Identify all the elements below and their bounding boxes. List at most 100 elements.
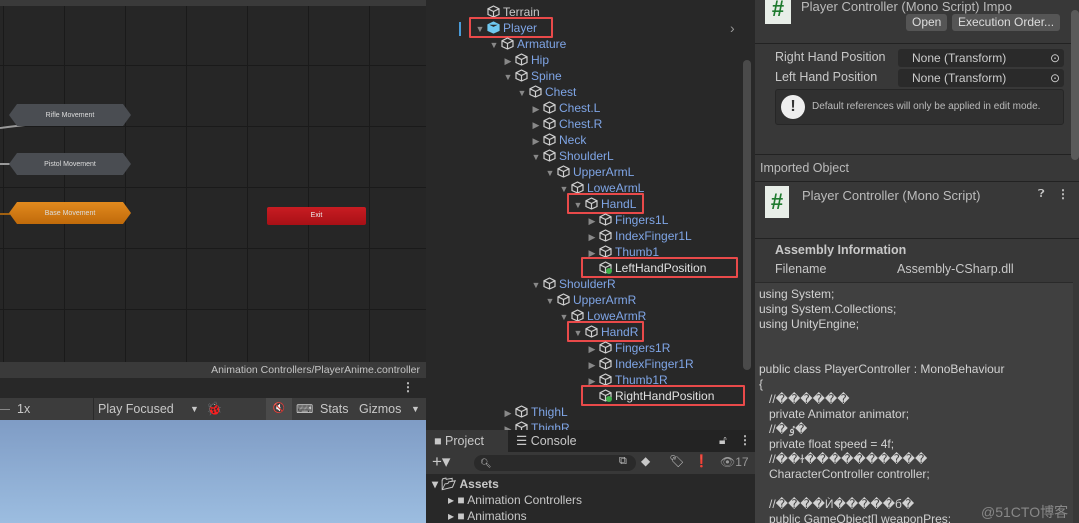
chevron-down-icon: ▼ <box>190 404 199 414</box>
gizmos-button[interactable]: Gizmos <box>359 398 401 420</box>
hierarchy-item-label: Spine <box>531 69 562 83</box>
hierarchy-item[interactable]: ▶ Neck <box>529 132 587 149</box>
mute-audio-icon[interactable]: 🔇 <box>266 398 292 420</box>
expand-arrow-icon[interactable]: ▶ <box>585 341 599 357</box>
code-line: using System; <box>759 287 835 301</box>
hierarchy-item[interactable]: ▶ IndexFinger1R <box>585 356 694 372</box>
hierarchy-item[interactable]: ▼ Chest <box>515 84 577 101</box>
expand-arrow-icon[interactable]: ▼ <box>515 85 529 101</box>
scale-slider[interactable] <box>0 409 10 410</box>
game-view[interactable] <box>0 420 426 523</box>
lock-icon[interactable]: 🔓︎ <box>719 433 727 448</box>
gameobject-cube-icon <box>487 5 501 18</box>
gameobject-cube-icon <box>543 149 557 162</box>
expand-arrow-icon[interactable]: ▶ <box>501 53 515 69</box>
expand-arrow-icon[interactable]: ▶ <box>501 421 515 430</box>
hierarchy-item-label: Neck <box>559 133 587 147</box>
hierarchy-item[interactable]: ▼ ShoulderL <box>529 148 614 164</box>
hierarchy-scrollbar[interactable] <box>743 60 751 370</box>
state-base-movement[interactable]: Base Movement <box>9 202 131 224</box>
folder-animations[interactable]: ▸ ■ Animations <box>448 509 527 523</box>
hierarchy-item-label: ThighR <box>531 421 570 430</box>
object-picker-icon[interactable]: ⊙ <box>1050 69 1060 87</box>
highlight-box <box>469 17 553 38</box>
hierarchy-item-label: UpperArmR <box>573 293 637 307</box>
tab-console[interactable]: ☰ Console <box>516 430 577 452</box>
gameobject-cube-icon <box>515 421 529 430</box>
play-mode-dropdown[interactable]: Play Focused ▼ <box>93 398 203 420</box>
hierarchy-item[interactable]: ▼ Spine <box>501 68 562 84</box>
expand-arrow-icon[interactable]: ▶ <box>585 213 599 229</box>
expand-arrow-icon[interactable]: ▶ <box>585 229 599 245</box>
hierarchy-item[interactable]: ▶ ThighR <box>501 420 570 430</box>
help-icon[interactable]: ❓︎ <box>1038 188 1045 201</box>
hierarchy-item[interactable]: ▼ UpperArmL <box>543 164 635 181</box>
warning-icon[interactable]: ❗ <box>694 454 709 468</box>
gameobject-cube-icon <box>529 85 543 98</box>
code-preview: using System; using System.Collections; us… <box>755 282 1073 523</box>
filter-type-icon[interactable]: ◆ <box>641 454 650 468</box>
code-line: //�ٶ� <box>759 422 808 436</box>
right-hand-position-field[interactable]: None (Transform) ⊙ <box>898 49 1064 67</box>
info-icon: ! <box>781 95 805 119</box>
highlight-box <box>567 321 644 342</box>
expand-arrow-icon[interactable]: ▶ <box>529 133 543 149</box>
more-menu-icon[interactable]: ⋮ <box>402 380 414 394</box>
folder-assets[interactable]: ▾ 📂︎ Assets <box>432 477 499 491</box>
hierarchy-item[interactable]: ▶ Hip <box>501 52 549 68</box>
object-picker-icon[interactable]: ⊙ <box>1050 49 1060 67</box>
bug-icon[interactable]: 🐞 <box>206 398 222 420</box>
expand-arrow-icon[interactable]: ▼ <box>543 293 557 309</box>
highlight-box <box>567 193 644 214</box>
hierarchy-item-label: UpperArmL <box>573 165 635 179</box>
folder-animation-controllers[interactable]: ▸ ■ Animation Controllers <box>448 493 582 507</box>
filename-value: Assembly-CSharp.dll <box>897 262 1014 276</box>
state-pistol-movement[interactable]: Pistol Movement <box>9 153 131 175</box>
chevron-right-icon[interactable]: › <box>730 20 735 36</box>
hierarchy-item-label: ShoulderR <box>559 277 616 291</box>
gameobject-cube-icon <box>571 309 585 322</box>
more-menu-icon[interactable]: ⋮ <box>1057 187 1069 201</box>
label-tag-icon[interactable]: 🏷︎ <box>669 454 684 468</box>
inspector-scrollbar[interactable] <box>1071 10 1079 160</box>
expand-arrow-icon[interactable]: ▼ <box>487 37 501 53</box>
help-text: Default references will only be applied … <box>812 101 1041 112</box>
animator-graph[interactable]: Rifle Movement Pistol Movement Base Move… <box>0 0 426 362</box>
keyboard-icon[interactable]: ⌨ <box>296 398 313 420</box>
expand-arrow-icon[interactable]: ▼ <box>529 277 543 293</box>
gameobject-cube-icon <box>599 245 613 258</box>
expand-arrow-icon[interactable]: ▶ <box>529 117 543 133</box>
hierarchy-item[interactable]: ▶ IndexFinger1L <box>585 228 692 244</box>
gameobject-cube-icon <box>501 37 515 50</box>
search-scope-icon[interactable]: ⧉ <box>619 455 627 468</box>
hierarchy-item[interactable]: ▶ ThighL <box>501 404 568 420</box>
search-input[interactable]: 🔍︎ <box>474 455 636 471</box>
open-button[interactable]: Open <box>906 14 948 31</box>
expand-arrow-icon[interactable]: ▼ <box>501 69 515 85</box>
expand-arrow-icon[interactable]: ▼ <box>529 149 543 165</box>
tab-project[interactable]: ■ Project <box>426 430 508 452</box>
hierarchy-item[interactable]: ▶ Fingers1R <box>585 340 671 357</box>
highlight-box <box>581 257 738 278</box>
expand-arrow-icon[interactable]: ▶ <box>585 357 599 373</box>
add-icon[interactable]: +▾ <box>432 452 450 472</box>
stats-button[interactable]: Stats <box>320 398 349 420</box>
hierarchy-item[interactable]: ▶ Chest.R <box>529 116 603 133</box>
hidden-packages-icon[interactable]: 👁︎17 <box>720 455 749 469</box>
hierarchy-item[interactable]: ▼ ShoulderR <box>529 276 616 292</box>
state-rifle-movement[interactable]: Rifle Movement <box>9 104 131 126</box>
code-line: //��ɫ���������� <box>759 452 928 466</box>
execution-order-button[interactable]: Execution Order... <box>952 14 1061 31</box>
expand-arrow-icon[interactable]: ▶ <box>501 405 515 421</box>
more-menu-icon[interactable]: ⋮ <box>739 433 751 447</box>
expand-arrow-icon[interactable]: ▼ <box>543 165 557 181</box>
gizmos-dropdown-icon[interactable]: ▼ <box>411 398 420 420</box>
left-hand-position-field[interactable]: None (Transform) ⊙ <box>898 69 1064 87</box>
hierarchy-item[interactable]: ▶ Chest.L <box>529 100 601 117</box>
hierarchy-item[interactable]: ▼ UpperArmR <box>543 292 637 309</box>
expand-arrow-icon[interactable]: ▶ <box>529 101 543 117</box>
hierarchy-item[interactable]: ▼ Armature <box>487 36 567 53</box>
hierarchy-item[interactable]: ▶ Fingers1L <box>585 212 669 229</box>
game-toolbar: 1x Play Focused ▼ 🐞 🔇 ⌨ Stats Gizmos ▼ <box>0 398 426 420</box>
state-exit[interactable]: Exit <box>267 207 366 225</box>
